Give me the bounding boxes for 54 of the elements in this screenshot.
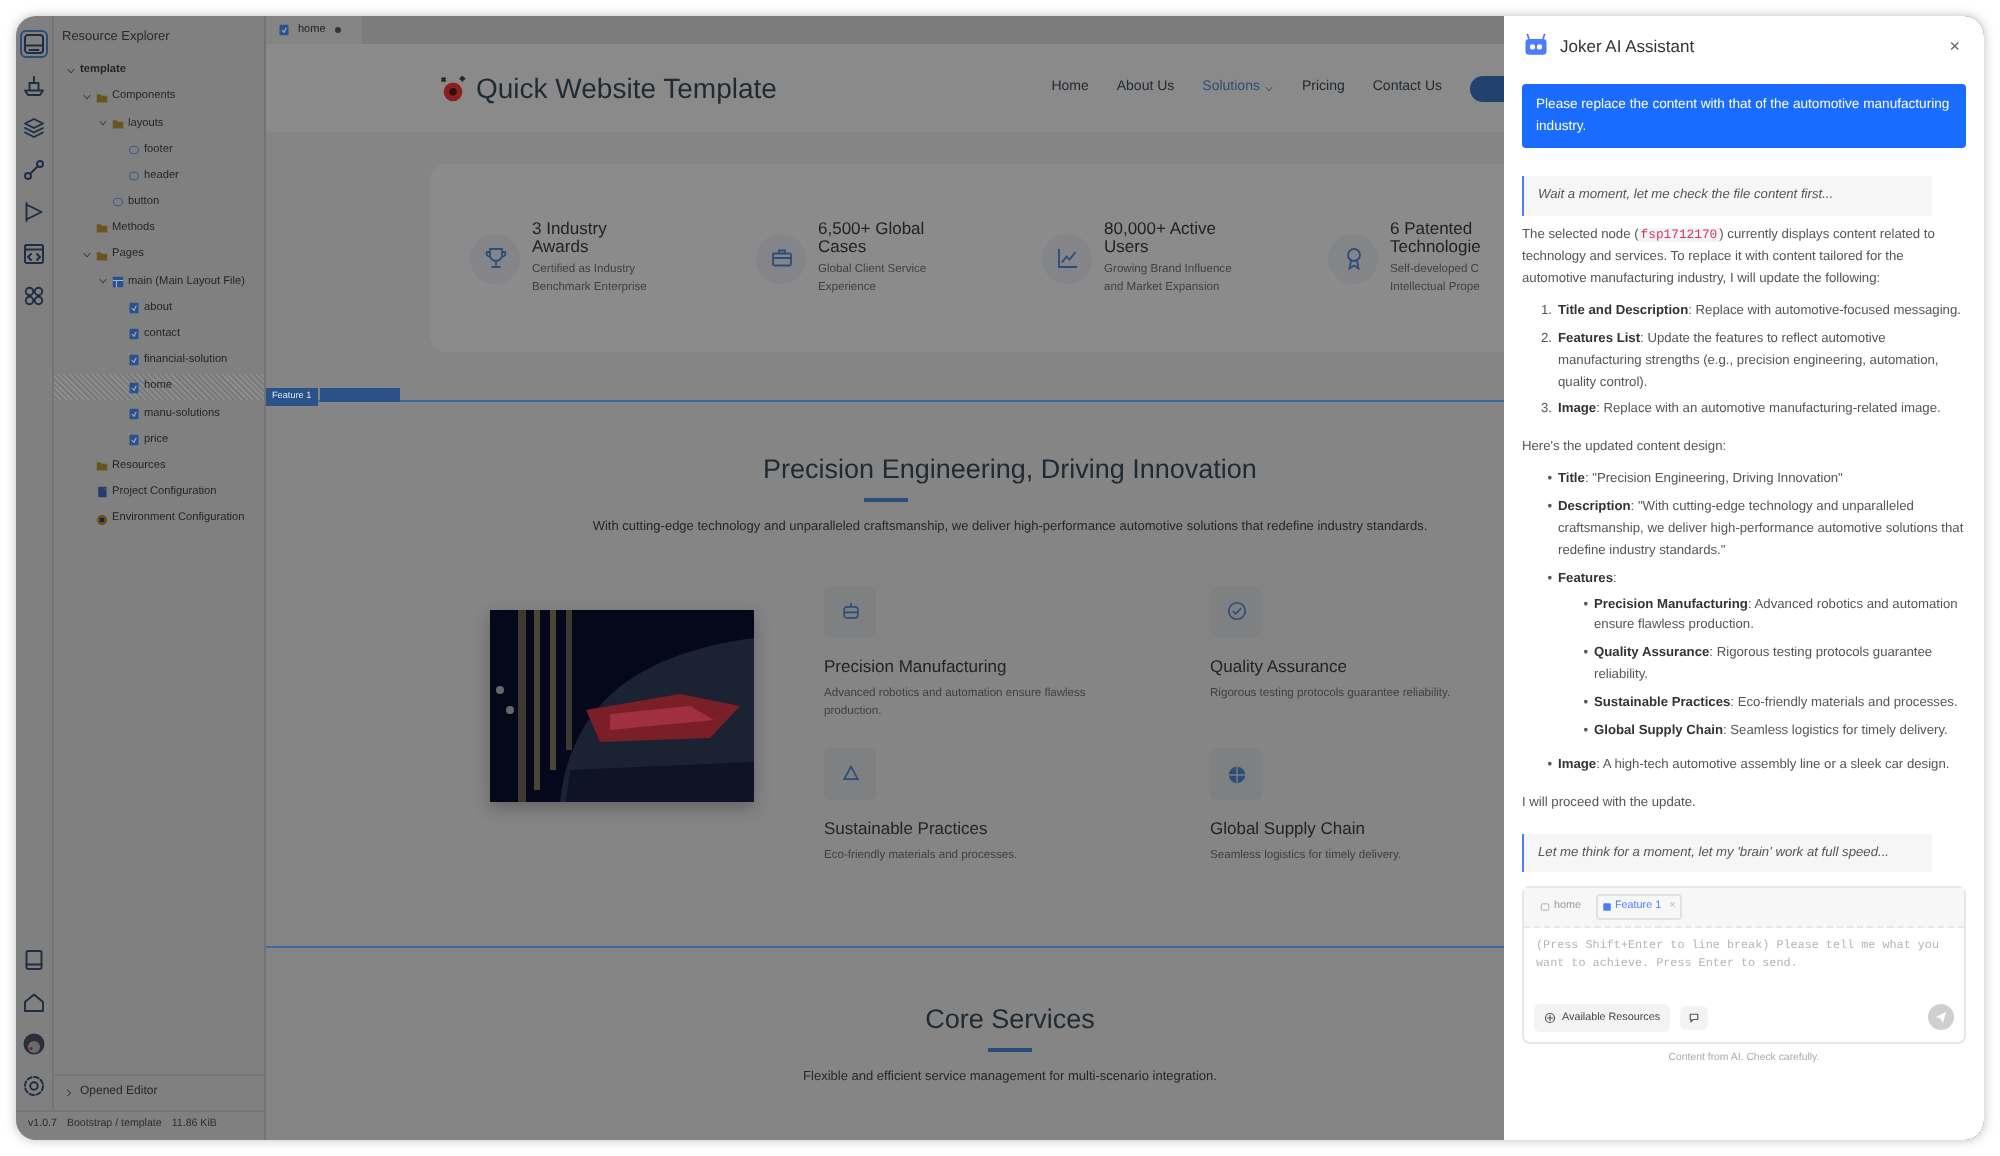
send-icon (1934, 1010, 1948, 1025)
check-circle-icon (1225, 600, 1247, 623)
stat-title: 3 Industry Awards (532, 219, 609, 259)
component-icon (128, 143, 140, 156)
briefcase-icon (769, 246, 793, 270)
robot-icon (1522, 32, 1550, 60)
robot-icon (839, 600, 861, 623)
medal-icon (1341, 246, 1365, 270)
stat-title: 6,500+ Global Cases (818, 219, 927, 259)
chat-button[interactable] (1680, 1005, 1709, 1030)
layout-icon (112, 275, 124, 288)
trophy-icon (483, 246, 507, 270)
feature-title: Precision Manufacturing (824, 653, 1009, 680)
explorer-icon[interactable] (22, 32, 46, 56)
chevron-icon (64, 1088, 74, 1099)
folder-icon (96, 222, 108, 235)
apps-icon[interactable] (22, 284, 46, 308)
site-title: Quick Website Template (476, 69, 777, 108)
section-title: Core Services (923, 1004, 1097, 1037)
chevron-icon (98, 276, 108, 287)
nodes-icon[interactable] (22, 158, 46, 182)
ship-icon[interactable] (22, 74, 46, 98)
feature-title: Global Supply Chain (1210, 816, 1367, 842)
close-button[interactable]: × (1943, 37, 1966, 55)
title-underline (863, 498, 907, 503)
feature-title: Quality Assurance (1210, 653, 1350, 680)
component-icon (1601, 901, 1611, 912)
settings-icon[interactable] (22, 1074, 46, 1099)
folder-icon (96, 460, 108, 473)
caret-icon (1263, 83, 1274, 93)
logo-icon (438, 73, 468, 103)
chevron-icon (82, 250, 92, 261)
avatar-icon[interactable] (22, 1032, 46, 1057)
globe-icon (1225, 763, 1247, 786)
layers-icon[interactable] (22, 116, 46, 140)
line-chart-icon (1055, 246, 1079, 270)
config-file-icon (96, 486, 108, 499)
stat-title: 80,000+ Active Users (1104, 219, 1219, 259)
section-title: Precision Engineering, Driving Innovation (761, 452, 1259, 487)
folder-icon (96, 249, 108, 262)
feature-title: Sustainable Practices (824, 816, 990, 842)
code-window-icon[interactable] (22, 242, 46, 266)
flow-icon[interactable] (22, 200, 46, 224)
chevron-icon (66, 65, 76, 76)
assistant-title: Joker AI Assistant (1560, 33, 1695, 59)
home-icon[interactable] (22, 990, 46, 1015)
title-underline (988, 1048, 1032, 1053)
chat-icon (1688, 1011, 1701, 1024)
book-icon[interactable] (22, 948, 46, 973)
chevron-icon (82, 92, 92, 103)
stat-title: 6 Patented Technologie (1390, 219, 1481, 259)
resources-icon (1544, 1011, 1556, 1024)
environment-icon (96, 513, 108, 526)
chevron-icon (98, 118, 108, 129)
